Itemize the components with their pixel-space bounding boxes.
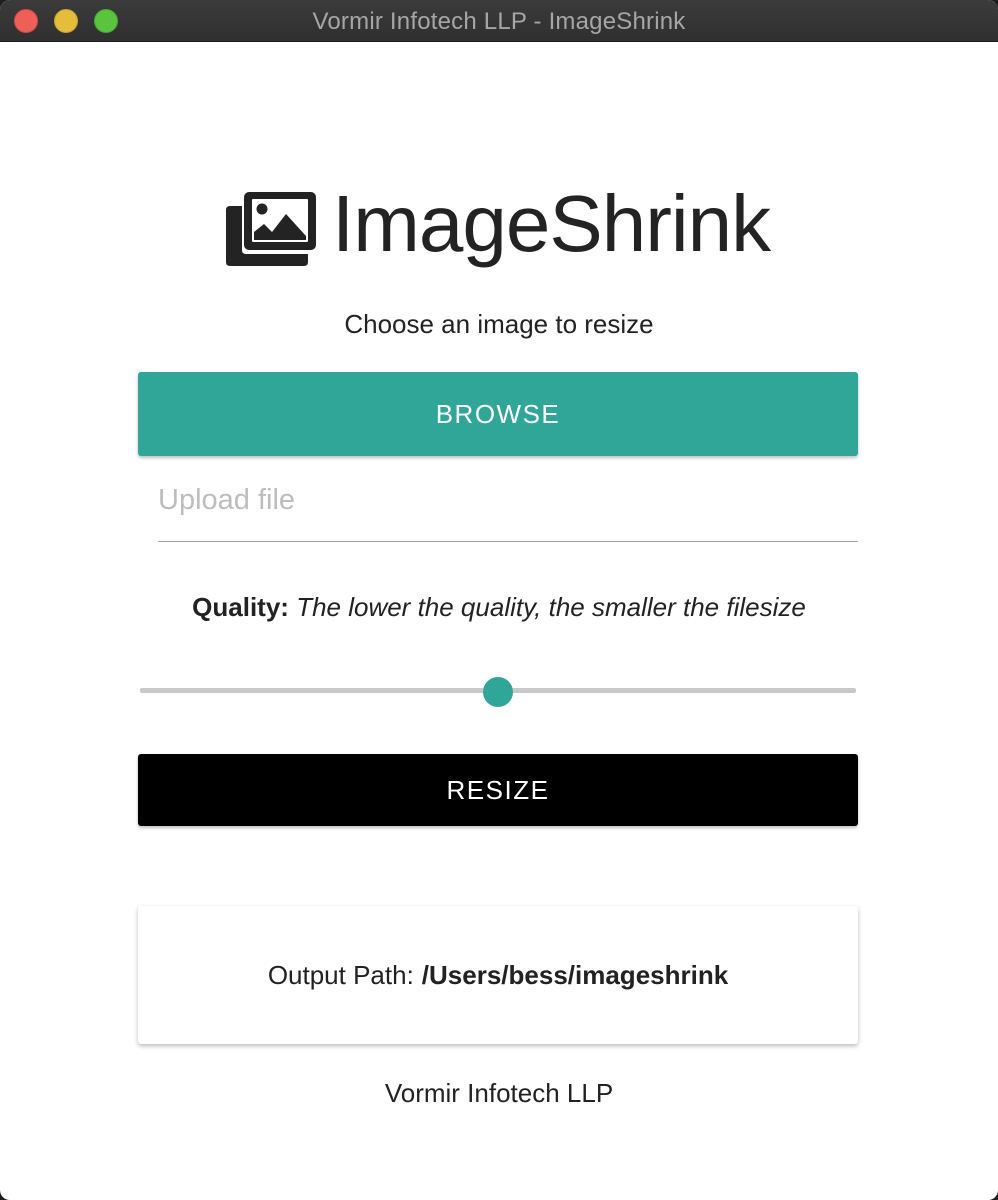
resize-button[interactable]: RESIZE <box>138 754 858 826</box>
quality-description: Quality: The lower the quality, the smal… <box>0 592 998 623</box>
output-path-value: /Users/bess/imageshrink <box>421 959 729 990</box>
app-window: Vormir Infotech LLP - ImageShrink ImageS… <box>0 0 998 1200</box>
output-path-label: Output Path: <box>267 959 414 990</box>
title-bar[interactable]: Vormir Infotech LLP - ImageShrink <box>0 0 998 42</box>
quality-hint: The lower the quality, the smaller the f… <box>296 592 806 622</box>
window-title: Vormir Infotech LLP - ImageShrink <box>312 8 686 35</box>
images-icon <box>222 188 320 268</box>
upload-file-field[interactable] <box>158 476 858 542</box>
app-name: ImageShrink <box>332 179 771 268</box>
upload-file-input[interactable] <box>158 476 858 524</box>
slider-thumb[interactable] <box>483 677 513 707</box>
footer-text: Vormir Infotech LLP <box>384 1078 614 1108</box>
browse-button[interactable]: BROWSE <box>138 372 858 456</box>
quality-label: Quality: <box>192 592 289 622</box>
app-logo: ImageShrink <box>222 179 782 276</box>
instruction-text: Choose an image to resize <box>344 309 654 339</box>
output-path-card: Output Path: /Users/bess/imageshrink <box>138 906 858 1044</box>
quality-slider[interactable] <box>140 676 856 707</box>
